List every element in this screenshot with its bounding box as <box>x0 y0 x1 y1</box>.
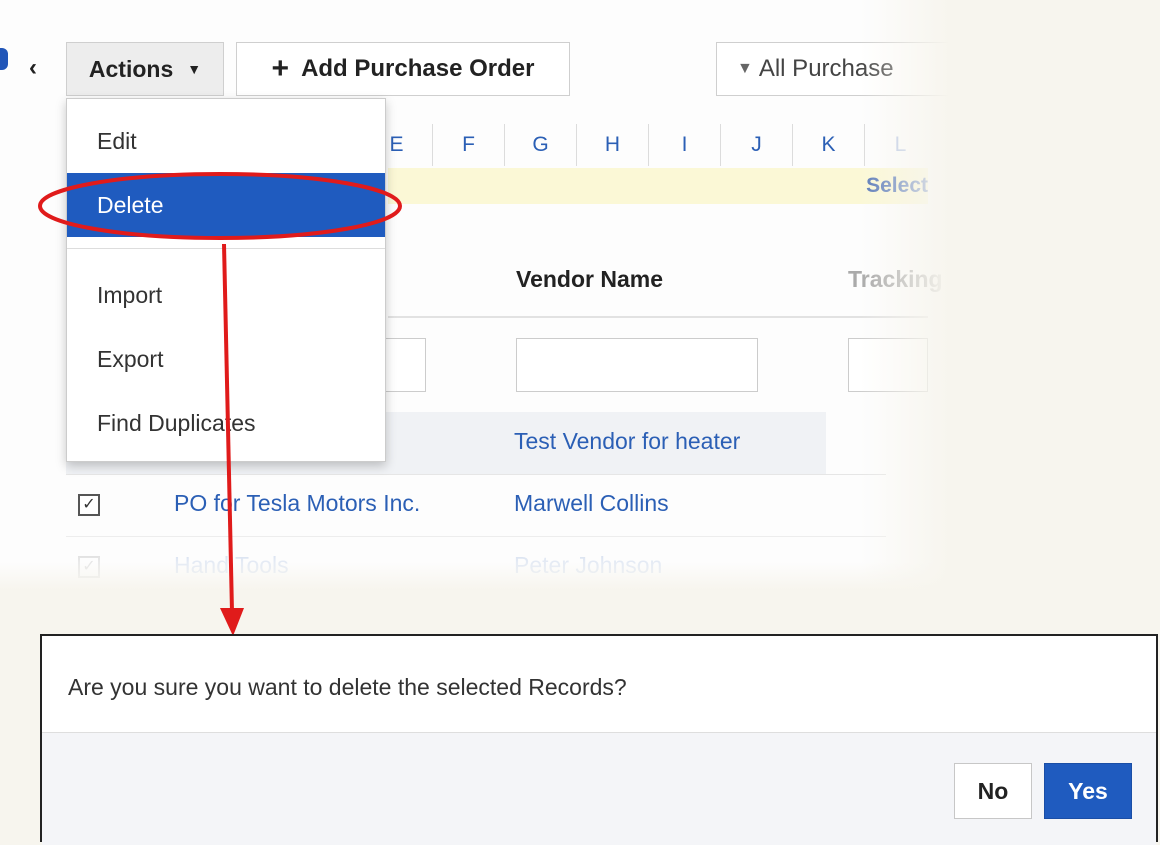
menu-item-export[interactable]: Export <box>67 327 385 391</box>
purchase-orders-panel: ‹ Actions ▼ + Add Purchase Order ▼ All P… <box>0 0 948 590</box>
alphabet-filter-bar: E F G H I J K L <box>360 124 936 166</box>
left-edge-indicator <box>0 48 8 70</box>
alphabet-letter[interactable]: I <box>648 124 720 166</box>
row-divider <box>66 536 886 537</box>
actions-button-label: Actions <box>88 55 174 82</box>
collapse-sidebar-icon[interactable]: ‹ <box>20 54 46 84</box>
vendor-filter-input[interactable] <box>516 338 758 392</box>
yes-button[interactable]: Yes <box>1044 763 1132 819</box>
alphabet-letter[interactable]: H <box>576 124 648 166</box>
alphabet-letter[interactable]: G <box>504 124 576 166</box>
add-purchase-order-button[interactable]: + Add Purchase Order <box>236 42 570 96</box>
menu-divider <box>67 248 385 249</box>
column-header-tracking[interactable]: Tracking <box>848 266 943 293</box>
menu-item-find-duplicates[interactable]: Find Duplicates <box>67 391 385 455</box>
alphabet-letter[interactable]: J <box>720 124 792 166</box>
delete-confirmation-dialog: Are you sure you want to delete the sele… <box>40 634 1158 845</box>
funnel-icon: ▼ <box>737 60 753 77</box>
actions-dropdown-menu: Edit Delete Import Export Find Duplicate… <box>66 98 386 462</box>
alphabet-letter[interactable]: L <box>864 124 936 166</box>
menu-item-delete[interactable]: Delete <box>67 173 385 237</box>
add-purchase-order-label: Add Purchase Order <box>301 55 535 82</box>
menu-item-import[interactable]: Import <box>67 263 385 327</box>
dialog-message: Are you sure you want to delete the sele… <box>68 674 627 700</box>
row-checkbox[interactable]: ✓ <box>78 494 100 516</box>
menu-item-edit[interactable]: Edit <box>67 109 385 173</box>
alphabet-letter[interactable]: K <box>792 124 864 166</box>
no-button[interactable]: No <box>954 763 1032 819</box>
filter-dropdown[interactable]: ▼ All Purchase <box>716 42 948 96</box>
actions-button[interactable]: Actions ▼ <box>66 42 224 96</box>
dialog-footer: No Yes <box>42 732 1156 845</box>
header-divider <box>388 316 928 318</box>
caret-down-icon: ▼ <box>187 61 202 77</box>
plus-icon: + <box>271 52 290 85</box>
alphabet-letter[interactable]: F <box>432 124 504 166</box>
selection-notice-text[interactable]: Select <box>866 168 928 204</box>
column-header-vendor-name[interactable]: Vendor Name <box>516 266 663 293</box>
subject-cell[interactable]: Hand Tools <box>174 552 289 579</box>
filter-label: All Purchase <box>758 55 894 82</box>
vendor-cell[interactable]: Marwell Collins <box>514 490 669 517</box>
vendor-cell[interactable]: Peter Johnson <box>514 552 662 579</box>
row-checkbox[interactable]: ✓ <box>78 556 100 578</box>
subject-cell[interactable]: PO for Tesla Motors Inc. <box>174 490 420 517</box>
vendor-cell[interactable]: Test Vendor for heater <box>514 428 740 455</box>
selection-notice-bar: Select <box>388 168 928 204</box>
tracking-filter-input[interactable] <box>848 338 928 392</box>
